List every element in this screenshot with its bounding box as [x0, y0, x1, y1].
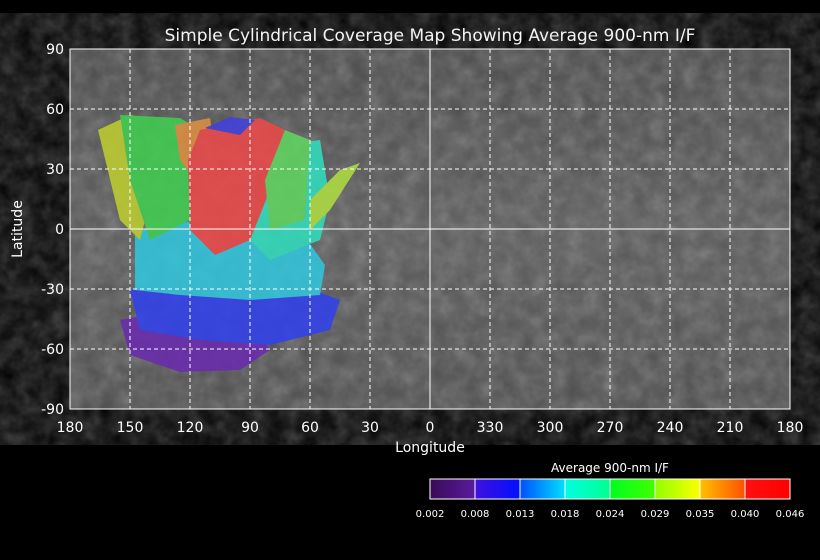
latitude-tick-label: 60	[46, 102, 64, 118]
colorbar-tick-label: 0.035	[686, 509, 715, 520]
colorbar-tick-label: 0.024	[596, 509, 625, 520]
colorbar-segment	[744, 478, 791, 500]
longitude-tick-label: 300	[537, 420, 564, 436]
latitude-tick-labels: 90 60 30 0 -30 -60 -90	[41, 42, 64, 418]
colorbar-tick-label: 0.002	[416, 509, 445, 520]
colorbar-tick-label: 0.013	[506, 509, 535, 520]
colorbar-tick-label: 0.040	[731, 509, 760, 520]
latitude-tick-label: 0	[55, 222, 64, 238]
longitude-tick-label: 330	[477, 420, 504, 436]
longitude-tick-label: 0	[426, 420, 435, 436]
latitude-tick-label: -90	[41, 402, 64, 418]
colorbar-segment	[429, 478, 476, 500]
colorbar-tick-label: 0.046	[776, 509, 805, 520]
colorbar-tick-label: 0.018	[551, 509, 580, 520]
map-title: Simple Cylindrical Coverage Map Showing …	[165, 26, 696, 46]
x-axis-label: Longitude	[395, 440, 465, 456]
colorbar-segment	[654, 478, 701, 500]
colorbar-title: Average 900-nm I/F	[551, 461, 669, 475]
latitude-tick-label: 90	[46, 42, 64, 58]
colorbar-segment	[474, 478, 521, 500]
longitude-tick-label: 270	[597, 420, 624, 436]
colorbar-tick-label: 0.008	[461, 509, 490, 520]
longitude-tick-label: 210	[717, 420, 744, 436]
latitude-tick-label: -30	[41, 282, 64, 298]
colorbar-segment	[564, 478, 611, 500]
colorbar-tick-label: 0.029	[641, 509, 670, 520]
colorbar-segment	[609, 478, 656, 500]
coverage-map-figure: Simple Cylindrical Coverage Map Showing …	[10, 26, 805, 520]
longitude-tick-label: 240	[657, 420, 684, 436]
latitude-tick-label: 30	[46, 162, 64, 178]
longitude-tick-labels: 180 150 120 90 60 30 0 330 300 270 240 210 180	[57, 420, 804, 436]
latitude-tick-label: -60	[41, 342, 64, 358]
longitude-tick-label: 180	[57, 420, 84, 436]
y-axis-label: Latitude	[10, 200, 26, 258]
colorbar: Average 900-nm I/F 0.002 0.008 0.013 0.018 0…	[416, 461, 805, 520]
longitude-tick-label: 60	[301, 420, 319, 436]
longitude-tick-label: 180	[777, 420, 804, 436]
map-plot-area	[69, 48, 791, 410]
longitude-tick-label: 150	[117, 420, 144, 436]
longitude-tick-label: 30	[361, 420, 379, 436]
longitude-tick-label: 90	[241, 420, 259, 436]
colorbar-segment	[519, 478, 566, 500]
longitude-tick-label: 120	[177, 420, 204, 436]
colorbar-segment	[699, 478, 746, 500]
